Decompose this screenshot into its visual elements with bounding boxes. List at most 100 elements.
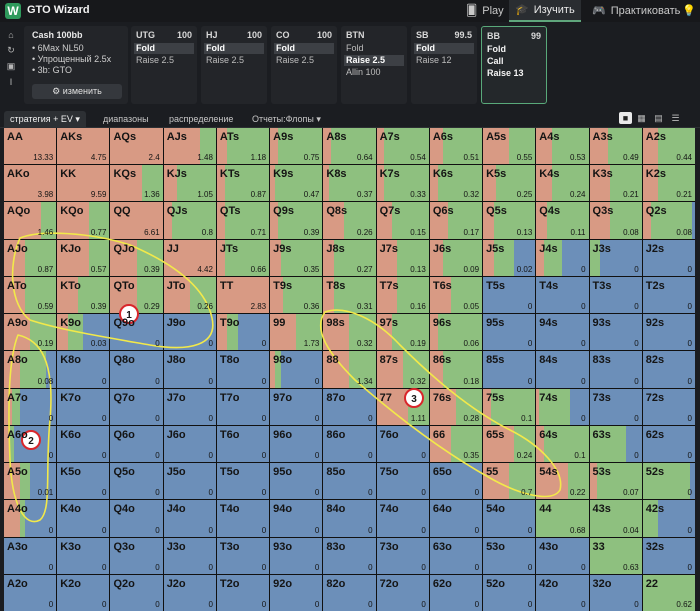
hand-cell[interactable]: T6s 0.05 — [429, 276, 483, 314]
hand-cell[interactable]: ATo 0.59 — [4, 276, 57, 314]
hand-cell[interactable]: T8s 0.31 — [323, 276, 376, 314]
hand-cell[interactable]: 42o 0 — [536, 574, 589, 611]
position-option[interactable]: Raise 2.5 — [274, 55, 334, 66]
tab-ranges[interactable]: диапазоны — [97, 111, 155, 127]
hand-cell[interactable]: KK 9.59 — [57, 165, 110, 202]
hand-cell[interactable]: Q7s 0.15 — [376, 202, 429, 239]
hand-cell[interactable]: K5o 0 — [57, 463, 110, 500]
hand-cell[interactable]: AJs 1.48 — [163, 128, 216, 165]
hand-cell[interactable]: 84o 0 — [323, 500, 376, 537]
hand-cell[interactable]: 83o 0 — [323, 537, 376, 574]
hand-cell[interactable]: A6o 0 — [4, 425, 57, 463]
hand-cell[interactable]: KTs 0.87 — [216, 165, 270, 202]
hand-cell[interactable]: JTo 0.26 — [163, 276, 216, 314]
position-option[interactable]: Raise 13 — [485, 68, 543, 79]
hand-cell[interactable]: Q6s 0.17 — [429, 202, 483, 239]
hand-cell[interactable]: Q4s 0.11 — [536, 202, 589, 239]
hand-cell[interactable]: 92s 0 — [642, 314, 695, 351]
hand-cell[interactable]: 74o 0 — [376, 500, 429, 537]
hand-cell[interactable]: 87o 0 — [323, 388, 376, 425]
hand-cell[interactable]: T6o 0 — [216, 425, 270, 463]
hand-cell[interactable]: Q5o 0 — [110, 463, 163, 500]
hand-cell[interactable]: 54s 0.22 — [536, 463, 589, 500]
hand-cell[interactable]: 94s 0 — [536, 314, 589, 351]
hand-cell[interactable]: 65o 0 — [429, 463, 483, 500]
hand-cell[interactable]: J9o 0 — [163, 314, 216, 351]
hand-cell[interactable]: 96o 0 — [270, 425, 323, 463]
hand-cell[interactable]: K7s 0.33 — [376, 165, 429, 202]
hand-cell[interactable]: QJs 0.8 — [163, 202, 216, 239]
hand-cell[interactable]: K3s 0.21 — [589, 165, 642, 202]
hand-cell[interactable]: K4o 0 — [57, 500, 110, 537]
hand-cell[interactable]: 85o 0 — [323, 463, 376, 500]
hand-cell[interactable]: T8o 0 — [216, 351, 270, 388]
hand-cell[interactable]: 64o 0 — [429, 500, 483, 537]
hand-cell[interactable]: J3o 0 — [163, 537, 216, 574]
hand-cell[interactable]: AKs 4.75 — [57, 128, 110, 165]
hand-cell[interactable]: J7s 0.13 — [376, 239, 429, 276]
hand-cell[interactable]: Q6o 0 — [110, 425, 163, 463]
nav-tab-study[interactable]: 🎓 Изучить — [509, 0, 581, 22]
save-icon[interactable]: ▣ — [4, 61, 18, 72]
hand-cell[interactable]: 64s 0.1 — [536, 425, 589, 463]
position-option[interactable]: Fold — [344, 43, 404, 54]
hand-cell[interactable]: K3o 0 — [57, 537, 110, 574]
position-card-utg[interactable]: UTG 100 Fold Raise 2.5 — [131, 26, 197, 104]
hand-cell[interactable]: Q5s 0.13 — [483, 202, 536, 239]
gto-wizard-logo-icon[interactable]: W — [5, 3, 21, 19]
hand-cell[interactable]: 93s 0 — [589, 314, 642, 351]
nav-tab-play[interactable]: 🂠 Play — [460, 0, 510, 22]
hand-cell[interactable]: AQo 1.46 — [4, 202, 57, 239]
hand-cell[interactable]: 22 0.62 — [642, 574, 695, 611]
hand-cell[interactable]: A3o 0 — [4, 537, 57, 574]
hand-cell[interactable]: QQ 6.61 — [110, 202, 163, 239]
hand-cell[interactable]: A9s 0.75 — [270, 128, 323, 165]
hand-cell[interactable]: K9o 0.03 — [57, 314, 110, 351]
hand-cell[interactable]: 66 0.35 — [429, 425, 483, 463]
hand-cell[interactable]: K6o 0 — [57, 425, 110, 463]
hand-cell[interactable]: Q9o 0 — [110, 314, 163, 351]
hand-cell[interactable]: 86o 0 — [323, 425, 376, 463]
hand-cell[interactable]: 92o 0 — [270, 574, 323, 611]
hand-cell[interactable]: 93o 0 — [270, 537, 323, 574]
hand-cell[interactable]: T3o 0 — [216, 537, 270, 574]
hand-cell[interactable]: J8s 0.27 — [323, 239, 376, 276]
hand-cell[interactable]: J6s 0.09 — [429, 239, 483, 276]
hand-cell[interactable]: 62o 0 — [429, 574, 483, 611]
position-option[interactable]: Raise 2.5 — [344, 55, 404, 66]
hand-cell[interactable]: J5s 0.02 — [483, 239, 536, 276]
hand-cell[interactable]: 54o 0 — [483, 500, 536, 537]
hand-cell[interactable]: Q3o 0 — [110, 537, 163, 574]
tab-distribution[interactable]: распределение — [163, 111, 239, 127]
hand-cell[interactable]: 87s 0.32 — [376, 351, 429, 388]
hand-cell[interactable]: J3s 0 — [589, 239, 642, 276]
split-view-icon[interactable]: ▤ — [652, 112, 665, 124]
hand-cell[interactable]: QTo 0.29 — [110, 276, 163, 314]
hand-cell[interactable]: 76s 0.28 — [429, 388, 483, 425]
hand-cell[interactable]: 73o 0 — [376, 537, 429, 574]
hand-cell[interactable]: Q8s 0.26 — [323, 202, 376, 239]
hand-cell[interactable]: A7s 0.54 — [376, 128, 429, 165]
hand-cell[interactable]: 82s 0 — [642, 351, 695, 388]
hand-cell[interactable]: 75o 0 — [376, 463, 429, 500]
hand-cell[interactable]: 86s 0.18 — [429, 351, 483, 388]
lightbulb-icon[interactable]: 💡 — [676, 0, 700, 22]
hand-cell[interactable]: AKo 3.98 — [4, 165, 57, 202]
hand-cell[interactable]: 94o 0 — [270, 500, 323, 537]
hand-cell[interactable]: Q3s 0.08 — [589, 202, 642, 239]
position-option[interactable]: Raise 2.5 — [134, 55, 194, 66]
hand-cell[interactable]: A8o 0.08 — [4, 351, 57, 388]
hand-cell[interactable]: 32s 0 — [642, 537, 695, 574]
hand-cell[interactable]: K2o 0 — [57, 574, 110, 611]
position-option[interactable]: Fold — [134, 43, 194, 54]
hand-cell[interactable]: 52o 0 — [483, 574, 536, 611]
hand-cell[interactable]: KQs 1.36 — [110, 165, 163, 202]
position-option[interactable]: Fold — [414, 43, 474, 54]
hand-cell[interactable]: JTs 0.66 — [216, 239, 270, 276]
hand-cell[interactable]: JJ 4.42 — [163, 239, 216, 276]
cube-view-icon[interactable]: ■ — [619, 112, 632, 124]
hand-cell[interactable]: A6s 0.51 — [429, 128, 483, 165]
hand-cell[interactable]: 43o 0 — [536, 537, 589, 574]
position-option[interactable]: Raise 12 — [414, 55, 474, 66]
hand-cell[interactable]: TT 2.83 — [216, 276, 270, 314]
